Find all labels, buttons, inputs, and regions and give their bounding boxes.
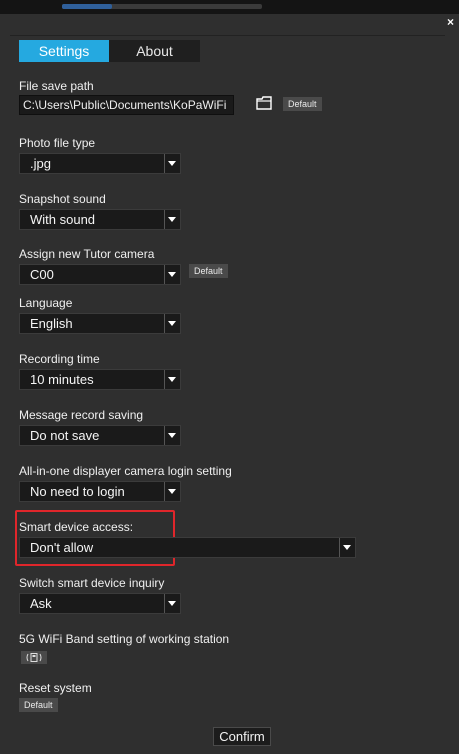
camera-login-value: No need to login <box>30 484 125 499</box>
recording-time-dropdown[interactable]: 10 minutes <box>19 369 181 390</box>
wifi-band-label: 5G WiFi Band setting of working station <box>19 632 230 646</box>
file-save-path-default-button[interactable]: Default <box>283 97 322 111</box>
smart-device-inquiry-value: Ask <box>30 596 52 611</box>
camera-login-label: All-in-one displayer camera login settin… <box>19 464 232 478</box>
reset-system-default-button[interactable]: Default <box>19 698 58 712</box>
folder-icon[interactable] <box>256 96 272 110</box>
snapshot-sound-label: Snapshot sound <box>19 192 106 206</box>
camera-login-dropdown[interactable]: No need to login <box>19 481 181 502</box>
recording-time-label: Recording time <box>19 352 100 366</box>
chevron-down-icon <box>339 538 355 557</box>
confirm-button[interactable]: Confirm <box>213 727 271 746</box>
chevron-down-icon <box>164 594 180 613</box>
tutor-camera-value: C00 <box>30 267 54 282</box>
tab-settings[interactable]: Settings <box>19 40 109 62</box>
tutor-camera-label: Assign new Tutor camera <box>19 247 155 261</box>
photo-file-type-dropdown[interactable]: .jpg <box>19 153 181 174</box>
file-save-path-label: File save path <box>19 79 94 93</box>
smart-device-access-dropdown[interactable]: Don't allow <box>19 537 356 558</box>
chevron-down-icon <box>164 210 180 229</box>
chevron-down-icon <box>164 314 180 333</box>
photo-file-type-value: .jpg <box>30 156 51 171</box>
wifi-band-toggle-icon[interactable] <box>21 651 47 664</box>
smart-device-inquiry-dropdown[interactable]: Ask <box>19 593 181 614</box>
chevron-down-icon <box>164 265 180 284</box>
recording-time-value: 10 minutes <box>30 372 94 387</box>
chevron-down-icon <box>164 426 180 445</box>
message-record-value: Do not save <box>30 428 100 443</box>
close-icon[interactable]: × <box>447 16 454 28</box>
title-bar <box>0 0 459 14</box>
snapshot-sound-value: With sound <box>30 212 96 227</box>
tutor-camera-dropdown[interactable]: C00 <box>19 264 181 285</box>
divider <box>10 35 445 36</box>
message-record-dropdown[interactable]: Do not save <box>19 425 181 446</box>
snapshot-sound-dropdown[interactable]: With sound <box>19 209 181 230</box>
message-record-label: Message record saving <box>19 408 144 422</box>
smart-device-access-label: Smart device access: <box>19 520 134 534</box>
chevron-down-icon <box>164 154 180 173</box>
smart-device-access-value: Don't allow <box>30 540 94 555</box>
tutor-camera-default-button[interactable]: Default <box>189 264 228 278</box>
title-bar-blurred-accent <box>62 4 112 9</box>
chevron-down-icon <box>164 482 180 501</box>
file-save-path-field[interactable]: C:\Users\Public\Documents\KoPaWiFi <box>19 95 234 115</box>
language-value: English <box>30 316 73 331</box>
photo-file-type-label: Photo file type <box>19 136 96 150</box>
chevron-down-icon <box>164 370 180 389</box>
tab-bar: Settings About <box>19 40 200 62</box>
reset-system-label: Reset system <box>19 681 92 695</box>
smart-device-inquiry-label: Switch smart device inquiry <box>19 576 165 590</box>
tab-about[interactable]: About <box>109 40 200 62</box>
language-label: Language <box>19 296 73 310</box>
language-dropdown[interactable]: English <box>19 313 181 334</box>
